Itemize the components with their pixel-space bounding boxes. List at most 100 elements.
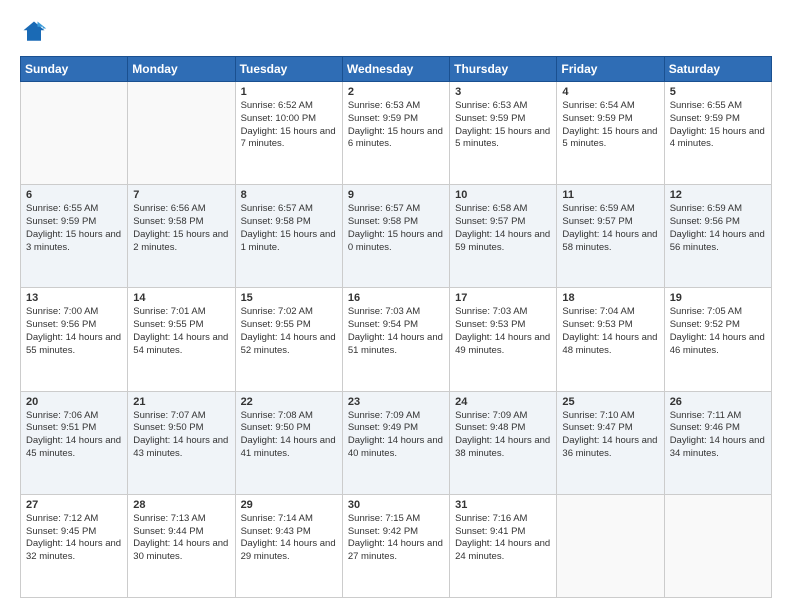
cell-info: Sunrise: 7:04 AM Sunset: 9:53 PM Dayligh…: [562, 306, 658, 357]
day-number: 13: [26, 292, 122, 304]
day-number: 26: [670, 396, 766, 408]
logo-icon: [20, 18, 48, 46]
calendar-cell: 23 Sunrise: 7:09 AM Sunset: 9:49 PM Dayli…: [342, 391, 449, 494]
col-header-tuesday: Tuesday: [235, 57, 342, 82]
cell-info: Sunrise: 6:59 AM Sunset: 9:56 PM Dayligh…: [670, 203, 766, 254]
calendar-cell: 12 Sunrise: 6:59 AM Sunset: 9:56 PM Dayli…: [664, 185, 771, 288]
cell-info: Sunrise: 6:55 AM Sunset: 9:59 PM Dayligh…: [26, 203, 122, 254]
calendar-cell: 13Sunrise: 7:00 AM Sunset: 9:56 PM Dayli…: [21, 288, 128, 391]
day-number: 18: [562, 292, 658, 304]
day-number: 2: [348, 86, 444, 98]
day-number: 29: [241, 499, 337, 511]
calendar-cell: 18 Sunrise: 7:04 AM Sunset: 9:53 PM Dayli…: [557, 288, 664, 391]
day-number: 4: [562, 86, 658, 98]
calendar-cell: 17Sunrise: 7:03 AM Sunset: 9:53 PM Dayli…: [450, 288, 557, 391]
day-number: 25: [562, 396, 658, 408]
cell-info: Sunrise: 7:16 AM Sunset: 9:41 PM Dayligh…: [455, 513, 551, 564]
day-number: 19: [670, 292, 766, 304]
day-number: 27: [26, 499, 122, 511]
logo: [20, 18, 52, 46]
cell-info: Sunrise: 6:59 AM Sunset: 9:57 PM Dayligh…: [562, 203, 658, 254]
col-header-friday: Friday: [557, 57, 664, 82]
week-row-1: 1Sunrise: 6:52 AM Sunset: 10:00 PM Dayli…: [21, 82, 772, 185]
day-number: 7: [133, 189, 229, 201]
calendar-cell: [664, 494, 771, 597]
day-number: 3: [455, 86, 551, 98]
day-number: 23: [348, 396, 444, 408]
header: [20, 18, 772, 46]
page: SundayMondayTuesdayWednesdayThursdayFrid…: [0, 0, 792, 612]
cell-info: Sunrise: 6:53 AM Sunset: 9:59 PM Dayligh…: [455, 100, 551, 151]
calendar-cell: 16Sunrise: 7:03 AM Sunset: 9:54 PM Dayli…: [342, 288, 449, 391]
calendar-cell: 27 Sunrise: 7:12 AM Sunset: 9:45 PM Dayli…: [21, 494, 128, 597]
cell-info: Sunrise: 7:14 AM Sunset: 9:43 PM Dayligh…: [241, 513, 337, 564]
calendar-cell: 11 Sunrise: 6:59 AM Sunset: 9:57 PM Dayli…: [557, 185, 664, 288]
cell-info: Sunrise: 6:55 AM Sunset: 9:59 PM Dayligh…: [670, 100, 766, 151]
cell-info: Sunrise: 7:10 AM Sunset: 9:47 PM Dayligh…: [562, 410, 658, 461]
col-header-thursday: Thursday: [450, 57, 557, 82]
calendar-cell: 6 Sunrise: 6:55 AM Sunset: 9:59 PM Daylig…: [21, 185, 128, 288]
cell-info: Sunrise: 7:15 AM Sunset: 9:42 PM Dayligh…: [348, 513, 444, 564]
calendar-cell: 3 Sunrise: 6:53 AM Sunset: 9:59 PM Daylig…: [450, 82, 557, 185]
day-number: 30: [348, 499, 444, 511]
cell-info: Sunrise: 7:08 AM Sunset: 9:50 PM Dayligh…: [241, 410, 337, 461]
cell-info: Sunrise: 7:03 AM Sunset: 9:54 PM Dayligh…: [348, 306, 444, 357]
calendar-cell: 25 Sunrise: 7:10 AM Sunset: 9:47 PM Dayli…: [557, 391, 664, 494]
week-row-2: 6 Sunrise: 6:55 AM Sunset: 9:59 PM Daylig…: [21, 185, 772, 288]
col-header-wednesday: Wednesday: [342, 57, 449, 82]
calendar-cell: 15 Sunrise: 7:02 AM Sunset: 9:55 PM Dayli…: [235, 288, 342, 391]
calendar-cell: 9 Sunrise: 6:57 AM Sunset: 9:58 PM Daylig…: [342, 185, 449, 288]
cell-info: Sunrise: 6:54 AM Sunset: 9:59 PM Dayligh…: [562, 100, 658, 151]
cell-info: Sunrise: 7:07 AM Sunset: 9:50 PM Dayligh…: [133, 410, 229, 461]
day-number: 21: [133, 396, 229, 408]
cell-info: Sunrise: 7:01 AM Sunset: 9:55 PM Dayligh…: [133, 306, 229, 357]
calendar-cell: 4 Sunrise: 6:54 AM Sunset: 9:59 PM Daylig…: [557, 82, 664, 185]
day-number: 6: [26, 189, 122, 201]
day-number: 10: [455, 189, 551, 201]
calendar-cell: 31 Sunrise: 7:16 AM Sunset: 9:41 PM Dayli…: [450, 494, 557, 597]
col-header-sunday: Sunday: [21, 57, 128, 82]
cell-info: Sunrise: 6:57 AM Sunset: 9:58 PM Dayligh…: [241, 203, 337, 254]
calendar-cell: 26 Sunrise: 7:11 AM Sunset: 9:46 PM Dayli…: [664, 391, 771, 494]
cell-info: Sunrise: 7:11 AM Sunset: 9:46 PM Dayligh…: [670, 410, 766, 461]
cell-info: Sunrise: 7:12 AM Sunset: 9:45 PM Dayligh…: [26, 513, 122, 564]
calendar-cell: 7 Sunrise: 6:56 AM Sunset: 9:58 PM Daylig…: [128, 185, 235, 288]
day-number: 9: [348, 189, 444, 201]
day-number: 14: [133, 292, 229, 304]
week-row-3: 13Sunrise: 7:00 AM Sunset: 9:56 PM Dayli…: [21, 288, 772, 391]
calendar-cell: [128, 82, 235, 185]
cell-info: Sunrise: 6:56 AM Sunset: 9:58 PM Dayligh…: [133, 203, 229, 254]
day-number: 5: [670, 86, 766, 98]
day-number: 12: [670, 189, 766, 201]
col-header-saturday: Saturday: [664, 57, 771, 82]
day-number: 31: [455, 499, 551, 511]
calendar-cell: 28 Sunrise: 7:13 AM Sunset: 9:44 PM Dayli…: [128, 494, 235, 597]
calendar-cell: 14 Sunrise: 7:01 AM Sunset: 9:55 PM Dayli…: [128, 288, 235, 391]
cell-info: Sunrise: 7:02 AM Sunset: 9:55 PM Dayligh…: [241, 306, 337, 357]
cell-info: Sunrise: 7:13 AM Sunset: 9:44 PM Dayligh…: [133, 513, 229, 564]
calendar-cell: 19Sunrise: 7:05 AM Sunset: 9:52 PM Dayli…: [664, 288, 771, 391]
col-header-monday: Monday: [128, 57, 235, 82]
calendar-cell: 1Sunrise: 6:52 AM Sunset: 10:00 PM Dayli…: [235, 82, 342, 185]
day-number: 8: [241, 189, 337, 201]
cell-info: Sunrise: 7:09 AM Sunset: 9:49 PM Dayligh…: [348, 410, 444, 461]
calendar-cell: [557, 494, 664, 597]
day-number: 15: [241, 292, 337, 304]
calendar-cell: 20 Sunrise: 7:06 AM Sunset: 9:51 PM Dayli…: [21, 391, 128, 494]
day-number: 11: [562, 189, 658, 201]
calendar-cell: 2Sunrise: 6:53 AM Sunset: 9:59 PM Daylig…: [342, 82, 449, 185]
calendar-cell: 8 Sunrise: 6:57 AM Sunset: 9:58 PM Daylig…: [235, 185, 342, 288]
calendar-cell: 22 Sunrise: 7:08 AM Sunset: 9:50 PM Dayli…: [235, 391, 342, 494]
day-number: 17: [455, 292, 551, 304]
cell-info: Sunrise: 7:06 AM Sunset: 9:51 PM Dayligh…: [26, 410, 122, 461]
week-row-4: 20 Sunrise: 7:06 AM Sunset: 9:51 PM Dayli…: [21, 391, 772, 494]
calendar-cell: 24Sunrise: 7:09 AM Sunset: 9:48 PM Dayli…: [450, 391, 557, 494]
cell-info: Sunrise: 6:58 AM Sunset: 9:57 PM Dayligh…: [455, 203, 551, 254]
calendar-cell: 30 Sunrise: 7:15 AM Sunset: 9:42 PM Dayli…: [342, 494, 449, 597]
cell-info: Sunrise: 6:57 AM Sunset: 9:58 PM Dayligh…: [348, 203, 444, 254]
header-row: SundayMondayTuesdayWednesdayThursdayFrid…: [21, 57, 772, 82]
day-number: 28: [133, 499, 229, 511]
day-number: 20: [26, 396, 122, 408]
day-number: 22: [241, 396, 337, 408]
day-number: 1: [241, 86, 337, 98]
